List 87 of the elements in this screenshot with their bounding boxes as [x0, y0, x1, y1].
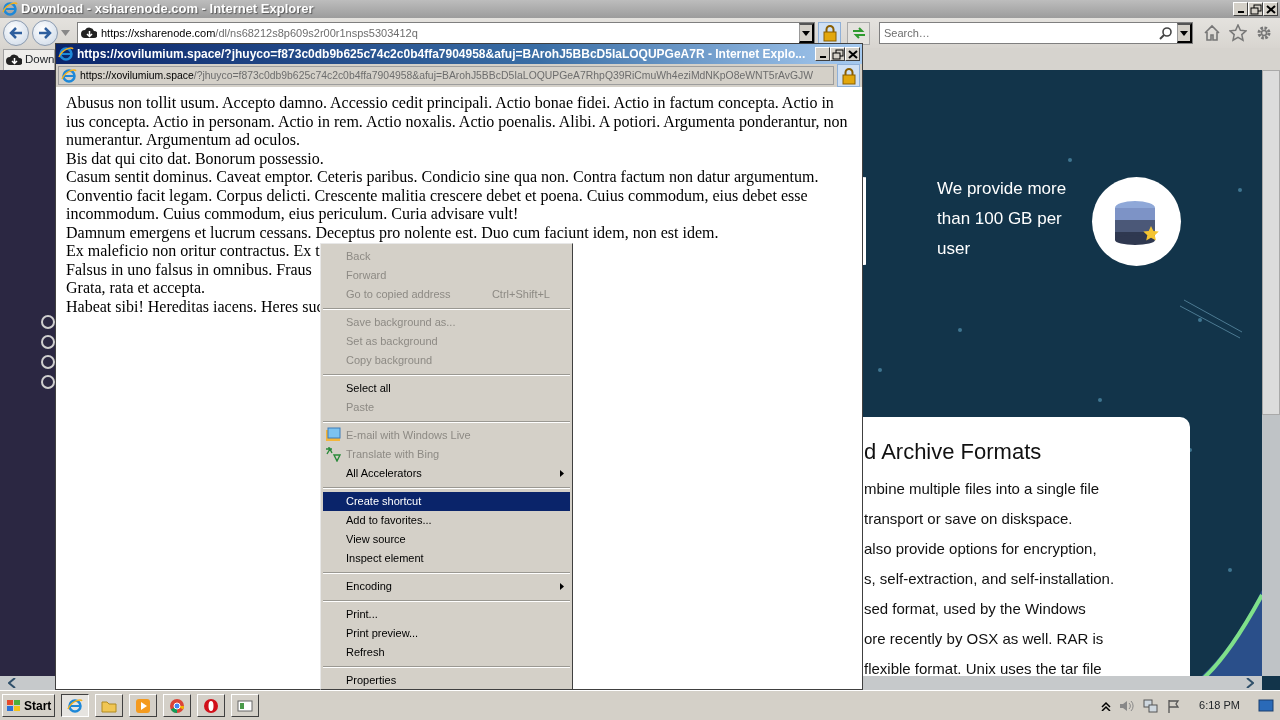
browser-logo-icon	[58, 46, 74, 62]
menu-item[interactable]: Inspect element	[323, 549, 570, 568]
close-button[interactable]	[1263, 2, 1278, 16]
window-title: Download - xsharenode.com - Internet Explorer	[21, 0, 314, 19]
card-text: flexible format. Unix uses the tar file	[864, 659, 1103, 679]
menu-item[interactable]: Refresh	[323, 643, 570, 662]
home-icon[interactable]	[1203, 24, 1221, 42]
scroll-thumb[interactable]	[1262, 70, 1280, 415]
vertical-scrollbar[interactable]	[1262, 70, 1280, 676]
back-button[interactable]	[3, 20, 29, 46]
minimize-button[interactable]	[1233, 2, 1248, 16]
window-title: https://xovilumium.space/?jhuyco=f873c0db9b625c74c2c0b4ffa7904958&afuj=BArohJ5BBcD5IaLOQUPGeA7R - Internet Explo...	[77, 46, 806, 63]
paragraph-text: Abusus non tollit usum. Accepto damno. Accessio cedit principali. Actio bonae fidei. Actio in factum concepta. Actio in ius concepta. Actio in personam. Actio in rem. Actio noxalis. Actio poenalis. Alibi. A potiori. Argumenta ponderantur, non numerantur. Argumentum ad oculos.	[66, 94, 849, 150]
windows-logo-icon	[6, 698, 22, 713]
start-button[interactable]: Start	[2, 694, 56, 717]
paragraph-text: Damnum emergens et lucrum cessans. Deceptus pro nolente est. Duo cum faciunt idem, non est idem.	[66, 223, 719, 242]
translate-icon	[325, 446, 341, 462]
flag-icon[interactable]	[1167, 698, 1182, 713]
menu-item[interactable]: View source	[323, 530, 570, 549]
menu-item[interactable]: Encoding	[323, 577, 570, 596]
refresh-icon	[850, 26, 867, 40]
card-text: also provide options for encryption,	[864, 539, 1098, 559]
paragraph-text: Grata, rata et accepta.	[66, 279, 205, 298]
search-icon[interactable]	[1159, 26, 1173, 40]
paragraph-text: Ex maleficio non oritur contractus. Ex t	[66, 242, 320, 261]
restore-button[interactable]	[830, 47, 845, 61]
taskbar-app-button[interactable]	[61, 694, 90, 717]
network-icon[interactable]	[1143, 697, 1160, 714]
minimize-icon	[1237, 11, 1244, 13]
chevron-up-icon[interactable]	[1101, 700, 1112, 711]
menu-item[interactable]: Properties	[323, 671, 570, 690]
minimize-button[interactable]	[815, 47, 830, 61]
close-button[interactable]	[845, 47, 860, 61]
card-text: sed format, used by the Windows	[864, 599, 1087, 619]
paragraph-text: Falsus in uno falsus in omnibus. Fraus	[66, 260, 312, 279]
restore-button[interactable]	[1248, 2, 1263, 16]
clock-text: 6:18 PM	[1199, 698, 1240, 714]
card-text: mbine multiple files into a single file	[864, 479, 1101, 499]
dropdown-arrow-icon[interactable]	[61, 30, 70, 36]
card-text: ore recently by OSX as well. RAR is	[864, 629, 1105, 649]
menu-item[interactable]: Select all	[323, 379, 570, 398]
menu-item[interactable]: Print preview...	[323, 624, 570, 643]
search-field[interactable]: Search…	[879, 22, 1193, 44]
browser-tab[interactable]: Down	[3, 49, 55, 70]
comet-drawing	[1179, 299, 1243, 339]
download-icon	[81, 26, 97, 40]
lock-icon	[839, 66, 858, 85]
download-icon	[6, 53, 22, 67]
address-bar[interactable]: https://xovilumium.space/?jhuyco=f873c0db9b625c74c2c0b4ffa7904958&afuj=BArohJ5BBcD5IaLOQUPGeA7RhpQ39RiCmuWh4eziMdNKpO8eWNT5rAvGJW	[58, 66, 834, 85]
show-desktop-icon[interactable]	[1258, 698, 1274, 713]
restore-icon	[831, 48, 844, 60]
lock-button[interactable]	[818, 21, 841, 45]
close-icon	[1264, 3, 1277, 15]
forward-button[interactable]	[32, 20, 58, 46]
feature-text: We provide more than 100 GB per user	[937, 178, 1068, 260]
media-player-icon	[135, 697, 152, 714]
card-text: s, self-extraction, and self-installation.	[864, 569, 1116, 589]
menu-item[interactable]: All Accelerators	[323, 464, 570, 483]
star-icon[interactable]	[1229, 24, 1247, 42]
dropdown-button[interactable]	[1177, 23, 1192, 43]
chrome-icon	[169, 697, 186, 714]
forward-arrow-icon	[37, 26, 53, 40]
browser-logo-icon	[67, 697, 84, 714]
caret-icon	[1180, 30, 1188, 36]
menu-item[interactable]: Print...	[323, 605, 570, 624]
dropdown-button[interactable]	[799, 23, 814, 43]
mail-icon	[325, 427, 341, 443]
menu-item[interactable]: Create shortcut	[323, 492, 570, 511]
card-heading: d Archive Formats	[864, 438, 1043, 466]
address-bar[interactable]: https://xsharenode.com/dl/ns68212s8p609s2r00r1nsps5303412q	[77, 22, 815, 44]
ring-icon	[203, 697, 220, 714]
browser-logo-icon	[61, 67, 77, 84]
browser-logo-icon	[2, 1, 18, 17]
lock-icon	[820, 24, 839, 42]
window-icon	[237, 697, 254, 714]
paragraph-text: Casum sentit dominus. Caveat emptor. Ceteris paribus. Condicio sine qua non. Contra factum non datur argumentum. Conventio facit legam. Corpus delicti. Crescente malitia crescere debet et poena. Cuius commodum, eius debet esse incommodum. Cuius commodum, eius periculum. Curia advisare vult!	[66, 168, 820, 224]
menu-item[interactable]: Add to favorites...	[323, 511, 570, 530]
caret-icon	[802, 30, 810, 36]
paragraph-text: Bis dat qui cito dat. Bonorum possessio.	[66, 149, 324, 168]
restore-icon	[1249, 3, 1262, 15]
card-text: transport or save on diskspace.	[864, 509, 1074, 529]
settings-icon[interactable]	[1255, 24, 1273, 42]
lock-button[interactable]	[837, 64, 860, 87]
close-icon	[846, 48, 859, 60]
minimize-icon	[819, 56, 826, 58]
refresh-button[interactable]	[847, 21, 870, 45]
back-arrow-icon	[8, 26, 24, 40]
